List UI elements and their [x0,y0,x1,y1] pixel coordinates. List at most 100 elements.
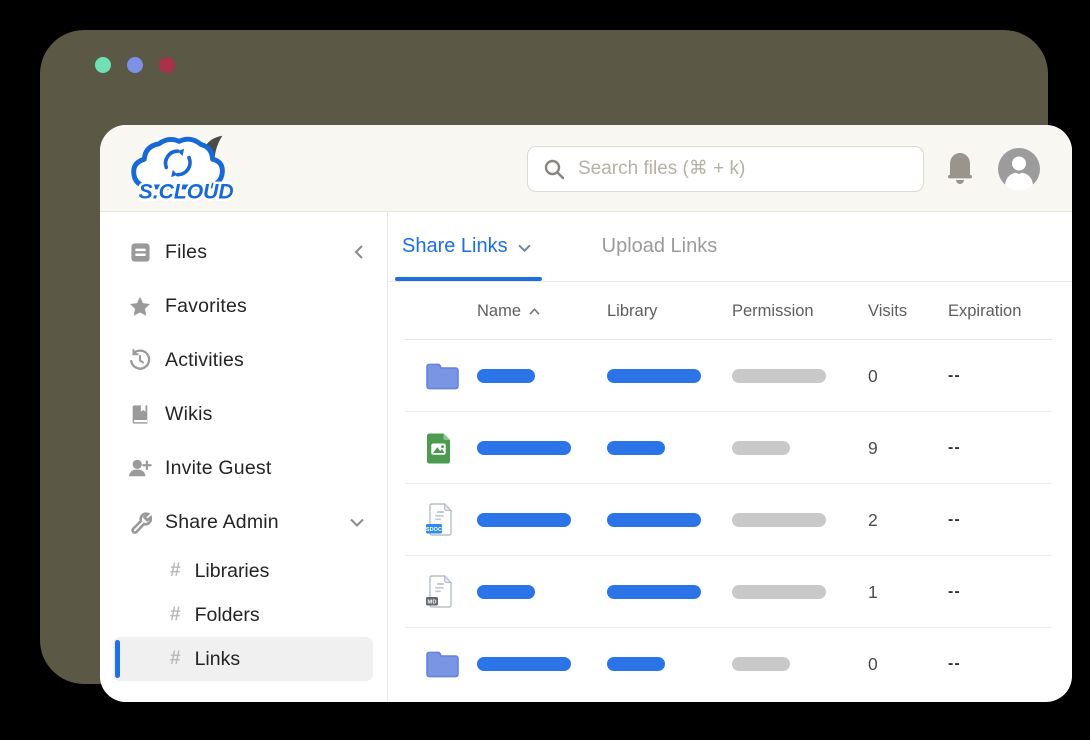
wiki-icon [128,402,152,426]
avatar[interactable] [997,147,1041,191]
column-header-expiration[interactable]: Expiration [948,302,1052,321]
folder-icon [425,358,461,394]
chevron-down-icon [517,243,532,253]
name-link-bar[interactable] [477,585,535,599]
expiration-value: -- [948,439,1052,457]
visits-count: 2 [868,510,948,531]
hash-icon: # [170,560,181,582]
expiration-value: -- [948,655,1052,673]
sidebar-subitem-links[interactable]: # Links [113,637,373,681]
library-link-bar [607,513,701,527]
sidebar-item-label: Wikis [165,403,365,426]
sidebar-item-label: Share Admin [165,511,349,534]
column-header-library[interactable]: Library [607,302,732,321]
expiration-value: -- [948,583,1052,601]
permission-bar [732,657,790,671]
sidebar-item-favorites[interactable]: Favorites [100,279,387,333]
svg-text:SDOC: SDOC [426,527,442,533]
column-header-name[interactable]: Name [477,302,607,321]
star-icon [128,294,152,318]
traffic-light-red[interactable] [159,57,175,73]
search-icon [542,157,566,181]
sidebar-item-activities[interactable]: Activities [100,333,387,387]
name-link-bar[interactable] [477,441,571,455]
sidebar-item-invite-guest[interactable]: Invite Guest [100,441,387,495]
sidebar-item-wikis[interactable]: Wikis [100,387,387,441]
sidebar-item-label: Favorites [165,295,365,318]
sidebar-subitem-label: Links [195,648,241,671]
sidebar: Files Favorites Activities Wikis Invite Gues… [100,212,388,702]
expiration-value: -- [948,511,1052,529]
column-header-label: Name [477,302,521,321]
table-row[interactable]: SDOC 2-- [388,484,1072,556]
svg-text:MD: MD [427,599,436,605]
sidebar-item-label: Invite Guest [165,457,365,480]
hash-icon: # [170,648,181,670]
permission-bar [732,369,826,383]
column-header-permission[interactable]: Permission [732,302,868,321]
traffic-lights [95,57,175,73]
column-header-label: Expiration [948,302,1021,321]
files-icon [128,240,152,264]
md-file-icon: MD [425,574,461,610]
history-icon [128,348,152,372]
column-header-label: Visits [868,302,907,321]
expiration-value: -- [948,367,1052,385]
image-file-icon [425,430,461,466]
hash-icon: # [170,604,181,626]
traffic-light-green[interactable] [95,57,111,73]
tab-share-links[interactable]: Share Links [402,212,532,281]
sidebar-subitem-folders[interactable]: # Folders [100,593,373,637]
visits-count: 0 [868,366,948,387]
table-row[interactable]: 9-- [388,412,1072,484]
folder-icon [425,646,461,682]
library-link-bar [607,585,701,599]
tab-upload-links[interactable]: Upload Links [602,212,718,281]
bell-icon[interactable] [945,149,975,189]
active-item-indicator [115,640,120,678]
column-header-visits[interactable]: Visits [868,302,948,321]
table-row[interactable]: MD 1-- [388,556,1072,628]
library-link-bar [607,657,665,671]
permission-bar [732,585,826,599]
sidebar-item-share-admin[interactable]: Share Admin [100,495,387,549]
name-link-bar[interactable] [477,513,571,527]
column-header-label: Library [607,302,657,321]
sort-asc-icon [528,302,541,321]
traffic-light-blue[interactable] [127,57,143,73]
collapse-chevron-icon[interactable] [353,243,365,261]
app-header: S.CLOUD [100,125,1072,212]
permission-bar [732,441,790,455]
sidebar-item-label: Files [165,241,353,264]
table-header: Name Library Permission Visits Expiration [388,282,1072,340]
sidebar-subitem-label: Folders [195,604,260,627]
sidebar-item-files[interactable]: Files [100,225,387,279]
name-link-bar[interactable] [477,369,535,383]
table-row[interactable]: 0-- [388,628,1072,700]
share-links-table: 0--9--SDOC2--MD1--0-- [388,340,1072,700]
search-input[interactable] [578,158,909,180]
tab-bar: Share Links Upload Links [388,212,1072,282]
column-header-label: Permission [732,302,814,321]
main-panel: Share Links Upload Links Name Library Permi… [388,212,1072,702]
table-row[interactable]: 0-- [388,340,1072,412]
name-link-bar[interactable] [477,657,571,671]
library-link-bar [607,369,701,383]
app-window: S.CLOUD [100,125,1072,702]
wrench-icon [128,510,152,534]
library-link-bar [607,441,665,455]
search-bar[interactable] [527,146,924,192]
sidebar-subitem-label: Libraries [195,560,270,583]
sdoc-file-icon: SDOC [425,502,461,538]
scloud-logo: S.CLOUD [124,133,254,210]
sidebar-subitem-libraries[interactable]: # Libraries [100,549,373,593]
tab-label: Share Links [402,235,508,258]
visits-count: 1 [868,582,948,603]
svg-text:S.CLOUD: S.CLOUD [139,180,234,203]
permission-bar [732,513,826,527]
invite-guest-icon [128,456,152,480]
window-frame: S.CLOUD [40,30,1048,684]
visits-count: 9 [868,438,948,459]
chevron-down-icon[interactable] [349,517,365,528]
visits-count: 0 [868,654,948,675]
